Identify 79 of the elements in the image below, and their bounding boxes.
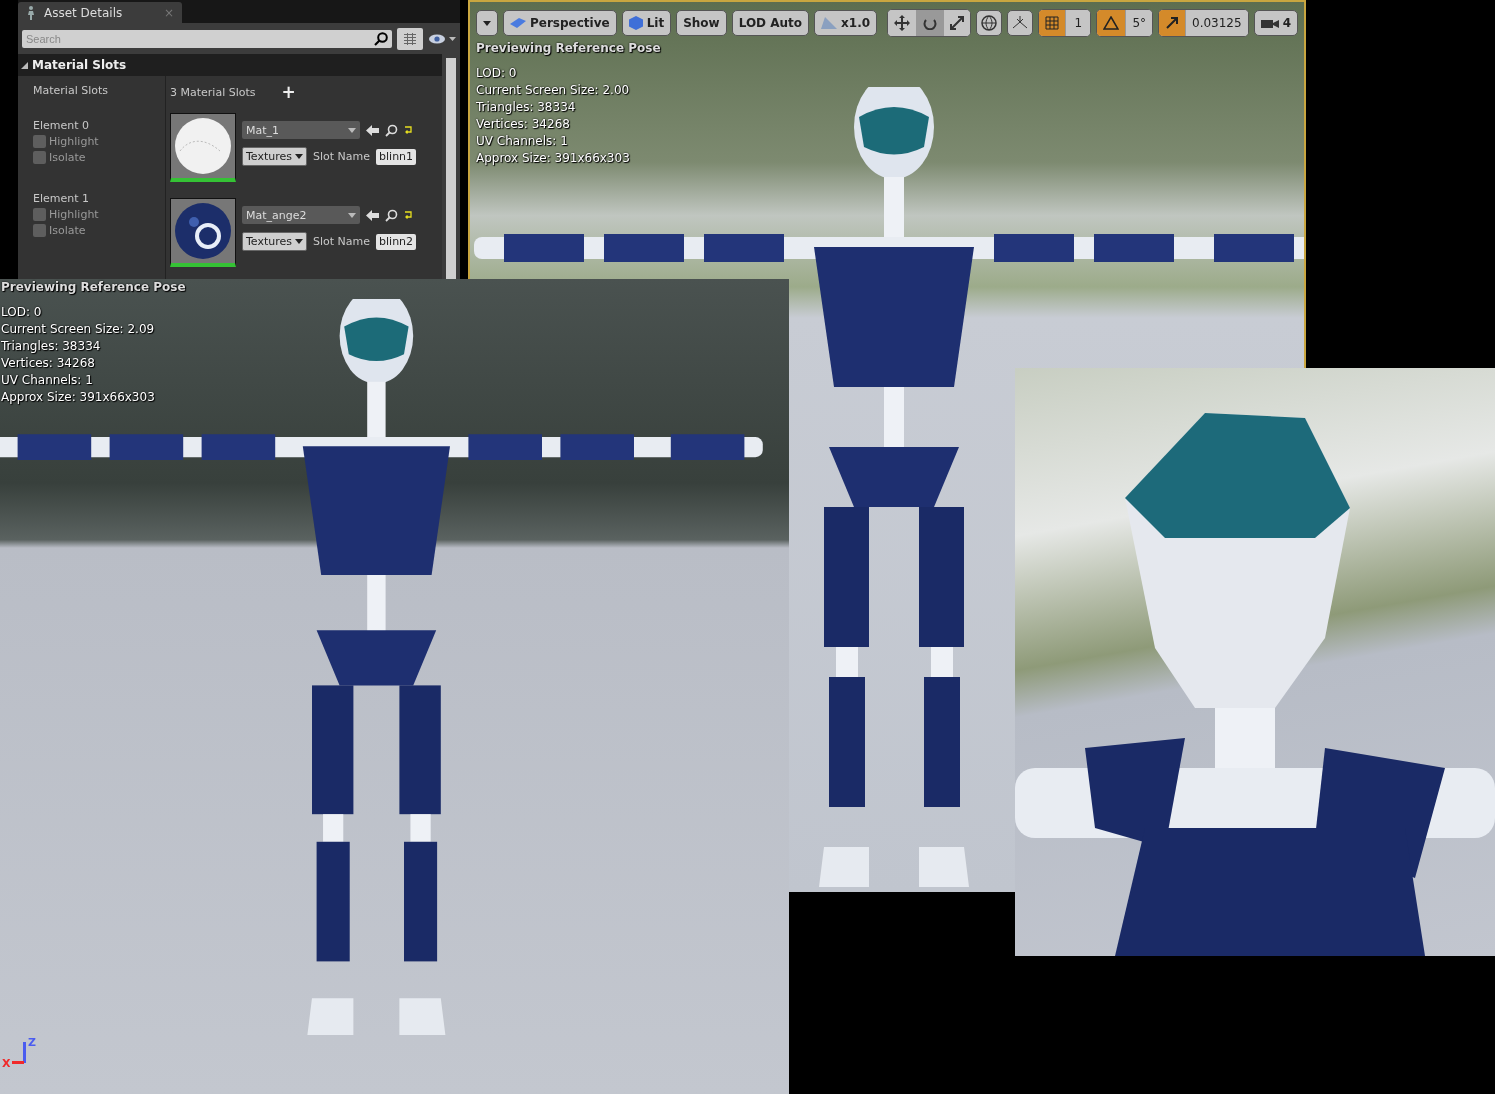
caret-icon — [348, 127, 356, 133]
material-dropdown[interactable]: Mat_ange2 — [242, 206, 360, 224]
textures-dropdown[interactable]: Textures — [242, 147, 307, 166]
camera-speed-button[interactable]: 4 — [1253, 10, 1298, 36]
sphere-preview-icon — [174, 202, 232, 260]
plane-icon — [510, 18, 526, 28]
lit-button[interactable]: Lit — [621, 10, 672, 36]
scrollbar[interactable] — [446, 58, 456, 279]
highlight-checkbox[interactable]: Highlight — [33, 208, 165, 221]
move-tool-icon[interactable] — [888, 10, 918, 36]
surface-snap-button[interactable] — [1007, 10, 1034, 36]
rotate-tool-icon[interactable] — [917, 10, 945, 36]
slot-name-field[interactable]: blinn1 — [376, 148, 417, 165]
stat-line: Triangles: 38334 — [476, 99, 577, 116]
snap-toggle[interactable] — [1159, 10, 1186, 36]
eye-icon[interactable] — [428, 33, 456, 45]
slot-name-field[interactable]: blinn2 — [376, 233, 417, 250]
tab-title: Asset Details — [44, 5, 123, 20]
add-button[interactable]: + — [281, 84, 296, 101]
diagonal-arrow-icon — [1165, 16, 1179, 30]
arrow-left-icon[interactable] — [366, 209, 379, 221]
stat-line: UV Channels: 1 — [476, 133, 569, 150]
element-label: Element 1 — [33, 192, 91, 205]
caret-icon — [295, 239, 303, 244]
stat-line: Current Screen Size: 2.00 — [476, 82, 631, 99]
stat-line: Vertices: 34268 — [476, 116, 571, 133]
triangle-icon — [21, 61, 28, 69]
element-label: Element 0 — [33, 119, 91, 132]
stat-line: LOD: 0 — [476, 65, 518, 82]
overlay-title: Previewing Reference Pose — [1, 279, 186, 296]
search-icon[interactable] — [385, 208, 398, 222]
material-thumbnail[interactable] — [170, 113, 236, 182]
caret-icon — [348, 212, 356, 218]
figure-icon — [26, 5, 36, 20]
panel-tab[interactable]: Asset Details × — [18, 2, 182, 23]
camera-icon — [1260, 17, 1279, 29]
triangle-icon — [821, 17, 838, 29]
search-field[interactable]: Search — [22, 30, 392, 48]
grid-icon — [1045, 16, 1060, 30]
caret-icon — [483, 20, 491, 26]
overlay-title: Previewing Reference Pose — [476, 40, 661, 57]
reset-arrow-icon[interactable] — [404, 211, 412, 219]
globe-button[interactable] — [976, 10, 1003, 36]
snap-toggle[interactable] — [1039, 10, 1067, 36]
isolate-checkbox[interactable]: Isolate — [33, 151, 165, 164]
playback-speed-button[interactable]: x1.0 — [814, 10, 878, 36]
search-icon[interactable] — [385, 123, 398, 137]
stat-line: Approx Size: 391x66x303 — [476, 150, 631, 167]
stat-line: Current Screen Size: 2.09 — [1, 321, 156, 338]
cube-icon — [628, 16, 643, 30]
angle-icon — [1103, 16, 1120, 30]
perspective-button[interactable]: Perspective — [503, 10, 617, 36]
stat-line: Approx Size: 391x66x303 — [1, 389, 156, 406]
property-label: Material Slots — [33, 84, 109, 97]
sphere-preview-icon — [174, 117, 232, 175]
stat-line: LOD: 0 — [1, 304, 43, 321]
search-icon — [374, 32, 388, 46]
slot-count: 3 Material Slots — [170, 86, 256, 99]
view-options-button[interactable] — [397, 28, 423, 50]
slot-name-label: Slot Name — [313, 150, 371, 163]
viewport-menu-button[interactable] — [476, 10, 498, 36]
reset-arrow-icon[interactable] — [404, 126, 412, 134]
isolate-checkbox[interactable]: Isolate — [33, 224, 165, 237]
material-dropdown[interactable]: Mat_1 — [242, 121, 360, 139]
caret-icon — [295, 154, 303, 159]
list-grid-icon — [403, 33, 417, 45]
toolbar-button[interactable]: Show — [676, 10, 727, 36]
stat-line: UV Channels: 1 — [1, 372, 94, 389]
section-header[interactable]: Material Slots — [18, 54, 442, 76]
snap-toggle[interactable] — [1097, 10, 1127, 36]
arrow-left-icon[interactable] — [366, 124, 379, 136]
stat-line: Vertices: 34268 — [1, 355, 96, 372]
stat-line: Triangles: 38334 — [1, 338, 102, 355]
highlight-checkbox[interactable]: Highlight — [33, 135, 165, 148]
toolbar-button[interactable]: LOD Auto — [731, 10, 810, 36]
slot-name-label: Slot Name — [313, 235, 371, 248]
material-thumbnail[interactable] — [170, 198, 236, 267]
textures-dropdown[interactable]: Textures — [242, 232, 307, 251]
surface-arrow-icon — [1012, 16, 1029, 30]
